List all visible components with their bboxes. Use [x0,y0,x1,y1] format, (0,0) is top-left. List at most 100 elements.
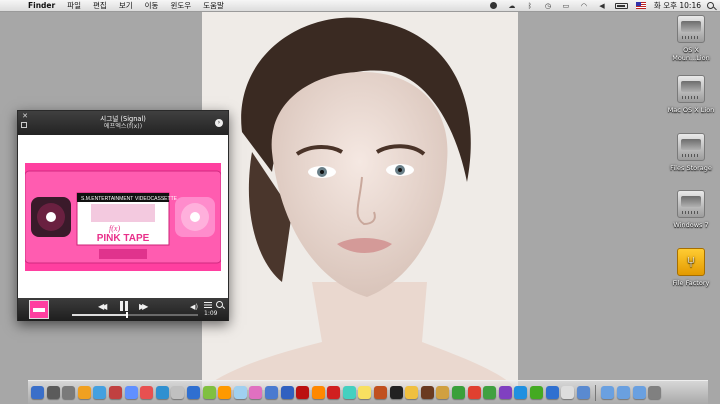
dock-app-icon[interactable] [405,386,419,399]
dock-app-icon[interactable] [420,386,434,399]
dock-app-icon[interactable] [218,386,232,399]
volume-icon[interactable]: ◀ [597,2,607,10]
player-titlebar[interactable]: ✕ 시그널 (Signal) 에프엑스(f(x)) › [18,111,228,135]
dock-app-icon[interactable] [140,386,154,399]
display-icon[interactable]: ▭ [561,2,571,10]
input-source-flag-icon[interactable] [635,2,646,9]
desktop-photo [202,12,518,390]
dock-app-icon[interactable] [358,386,372,399]
player-controls: ◀◀ ▶▶ ◀) 1:09 [18,298,228,321]
dock-app-icon[interactable] [249,386,263,399]
menu-help[interactable]: 도움말 [197,0,230,11]
desktop-icon-label: Files Storage [670,164,712,172]
dock-app-icon[interactable] [155,386,169,399]
dock-app-icon[interactable] [483,386,497,399]
usb-drive-icon: ⑂ [677,248,705,276]
song-title: 시그널 (Signal) [100,115,146,123]
dock-app-icon[interactable] [327,386,341,399]
portrait-image [202,12,518,390]
dock-app-icon[interactable] [467,386,481,399]
desktop-icon-label: File Factory [672,279,710,287]
artwork-script-title: f(x) [109,224,120,233]
dock-app-icon[interactable] [342,386,356,399]
hard-drive-icon [677,190,705,218]
search-icon[interactable] [216,301,223,308]
menu-finder[interactable]: Finder [22,1,61,10]
menu-edit[interactable]: 편집 [87,0,113,11]
dock-app-icon[interactable] [530,386,543,399]
time-machine-icon[interactable]: ◷ [543,2,553,10]
elapsed-time: 1:09 [204,310,218,317]
artwork-header: S.M.ENTERTAINMENT [81,196,133,202]
desktop-icon-mac-os-x-lion[interactable]: Mac OS X Lion [664,75,718,114]
dock-app-icon[interactable] [374,386,388,399]
dock-app-icon[interactable] [93,386,107,399]
wifi-icon[interactable]: ◠ [579,2,589,10]
album-artwork: S.M.ENTERTAINMENT VIDEOCASSETTE f(x) PIN… [25,163,221,271]
progress-fill [72,314,127,316]
menu-view[interactable]: 보기 [113,0,139,11]
dock-app-icon[interactable] [452,386,466,399]
battery-icon[interactable] [614,2,628,9]
desktop-icon-label: OS X Moun...Lion [672,46,710,62]
menu-clock[interactable]: 화 오후 10:16 [654,0,701,11]
dock-app-icon[interactable] [311,386,325,399]
bluetooth-icon[interactable]: ᛒ [525,2,535,10]
spotlight-icon[interactable] [707,2,714,9]
menu-file[interactable]: 파일 [61,0,87,11]
rewind-icon[interactable]: ◀◀ [98,302,107,312]
dock-app-icon[interactable] [233,386,247,399]
dock-app-icon[interactable] [171,386,185,399]
progress-knob[interactable] [126,312,129,318]
desktop-icon-windows-7[interactable]: Windows 7 [664,190,718,229]
fast-forward-icon[interactable]: ▶▶ [139,302,148,312]
menu-bar: Finder 파일 편집 보기 이동 윈도우 도움말 ☁ ᛒ ◷ ▭ ◠ ◀ 화… [0,0,720,12]
artwork-brand: VIDEOCASSETTE [135,196,178,202]
dock-app-icon[interactable] [436,386,450,399]
dock-folder-icon[interactable] [601,386,615,399]
desktop-icon-label: Windows 7 [673,221,709,229]
pause-icon[interactable] [119,301,129,311]
desktop-icon-os-x-mountain-lion[interactable]: OS X Moun...Lion [664,15,718,62]
dock-app-icon[interactable] [31,386,44,399]
dock-app-icon[interactable] [46,386,60,399]
dock-app-icon[interactable] [389,386,403,399]
dock-app-icon[interactable] [280,386,294,399]
desktop-icon-label: Mac OS X Lion [667,106,715,114]
hard-drive-icon [677,75,705,103]
cloud-icon[interactable]: ☁ [507,2,517,10]
minimize-player-icon[interactable] [21,122,27,128]
dock-app-icon[interactable] [186,386,200,399]
album-thumbnail[interactable] [29,300,49,319]
dock-app-icon[interactable] [296,386,310,399]
dock-app-icon[interactable] [498,386,512,399]
desktop-icon-files-storage[interactable]: Files Storage [664,133,718,172]
dock-app-icon[interactable] [576,386,590,399]
next-track-arrow-icon[interactable]: › [215,119,223,127]
dock-app-icon[interactable] [108,386,122,399]
desktop-icon-file-factory[interactable]: ⑂ File Factory [664,248,718,287]
hard-drive-icon [677,133,705,161]
hard-drive-icon [677,15,705,43]
app-status-icon[interactable] [489,2,499,10]
dock-app-icon[interactable] [124,386,138,399]
artwork-title: PINK TAPE [97,233,150,244]
progress-bar[interactable] [72,312,198,318]
dock-folder-icon[interactable] [616,386,630,399]
volume-icon[interactable]: ◀) [190,302,198,312]
dock-app-icon[interactable] [264,386,278,399]
menu-window[interactable]: 윈도우 [164,0,197,11]
cassette-tape-art: S.M.ENTERTAINMENT VIDEOCASSETTE f(x) PIN… [25,163,221,271]
dock-app-icon[interactable] [514,386,528,399]
dock-separator [595,384,597,401]
dock-app-icon[interactable] [561,386,575,399]
menu-go[interactable]: 이동 [139,0,165,11]
dock-app-icon[interactable] [77,386,91,399]
dock-app-icon[interactable] [545,386,559,399]
playlist-icon[interactable] [204,301,212,309]
dock-app-icon[interactable] [62,386,76,399]
dock-folder-icon[interactable] [632,386,646,399]
dock-app-icon[interactable] [202,386,216,399]
close-icon[interactable]: ✕ [21,112,29,120]
trash-icon[interactable] [648,386,662,399]
